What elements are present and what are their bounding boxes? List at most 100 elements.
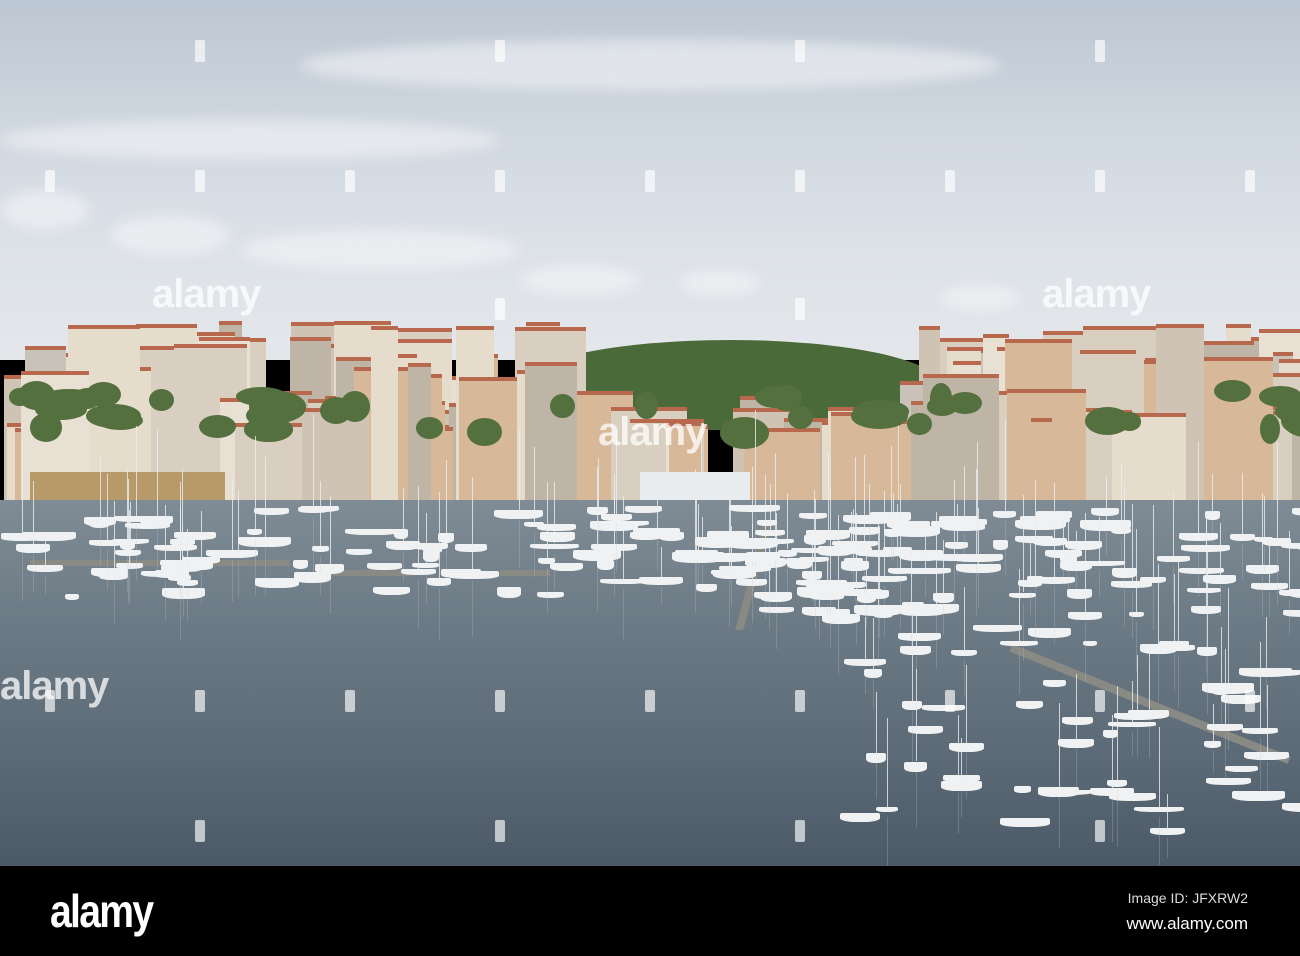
mast (696, 496, 698, 551)
boat (730, 566, 771, 572)
mast-reflection (661, 587, 663, 606)
boat (366, 563, 402, 571)
mast-reflection (1227, 692, 1229, 750)
boat (1197, 647, 1217, 656)
mast-reflection (534, 531, 536, 578)
boat (790, 547, 833, 553)
mast-reflection (113, 581, 115, 625)
watermark-mark (795, 820, 805, 842)
watermark: alamy (152, 272, 261, 316)
mast (853, 508, 855, 542)
mast-reflection (1132, 731, 1134, 757)
mast (1178, 557, 1180, 646)
cloud (0, 190, 90, 230)
mast-reflection (1058, 797, 1060, 848)
mast (1132, 680, 1134, 722)
boat (799, 512, 828, 519)
boat (728, 505, 781, 512)
watermark-mark (945, 690, 955, 712)
watermark-mark (495, 690, 505, 712)
mast-reflection (819, 617, 821, 640)
mast-reflection (1137, 722, 1139, 757)
mast (863, 454, 865, 547)
mast (21, 437, 23, 534)
boat (1064, 540, 1102, 551)
mast-reflection (418, 578, 420, 628)
boat (549, 562, 583, 572)
boat (844, 658, 887, 667)
boat (119, 540, 135, 550)
boat (1244, 751, 1290, 760)
harbour-photo: alamy alamy alamy alamy (0, 0, 1300, 866)
watermark-mark (195, 170, 205, 192)
boat (932, 593, 955, 604)
boat (1206, 724, 1244, 731)
boat (537, 592, 564, 599)
watermark-mark (795, 690, 805, 712)
boat (345, 529, 399, 536)
mast (829, 487, 831, 582)
watermark-mark (1245, 170, 1255, 192)
boat (438, 533, 455, 543)
mast (1075, 673, 1077, 739)
watermark-mark (195, 690, 205, 712)
mast (912, 610, 914, 702)
watermark-mark (1245, 690, 1255, 712)
boat (696, 583, 718, 593)
mast-reflection (964, 659, 966, 698)
mast (1212, 703, 1214, 741)
mast-reflection (1276, 548, 1278, 607)
mast-reflection (915, 771, 917, 827)
mast (254, 436, 256, 530)
boat (904, 761, 927, 772)
mast (877, 518, 879, 606)
website-link[interactable]: www.alamy.com (1126, 914, 1248, 934)
watermark-mark (945, 170, 955, 192)
boat (999, 818, 1050, 827)
mast-reflection (912, 711, 914, 766)
mast-reflection (730, 579, 732, 607)
boat (1232, 791, 1285, 801)
mast-reflection (978, 573, 980, 608)
mast-reflection (622, 589, 624, 639)
mast-reflection (1262, 574, 1264, 618)
mast-reflection (1219, 585, 1221, 617)
mast (597, 466, 599, 551)
mast-reflection (616, 523, 618, 571)
mast-reflection (403, 550, 405, 583)
mast-reflection (472, 581, 474, 638)
boat (726, 538, 779, 549)
mast (418, 486, 420, 569)
mast (697, 504, 699, 553)
tree (719, 417, 770, 450)
mast (1004, 420, 1006, 511)
boat (1018, 580, 1043, 587)
mast-reflection (1022, 602, 1024, 661)
boat (639, 577, 683, 585)
watermark-mark (645, 170, 655, 192)
mast-reflection (518, 520, 520, 569)
tree (1117, 412, 1142, 431)
mast (872, 618, 874, 669)
boat (1241, 728, 1278, 735)
mast (99, 454, 101, 518)
mast-reflection (943, 603, 945, 636)
boat (898, 632, 942, 642)
boat (992, 510, 1017, 518)
mast (1054, 482, 1056, 578)
boat (27, 564, 63, 573)
mast-reflection (656, 538, 658, 572)
mast-reflection (99, 527, 101, 565)
mast (614, 474, 616, 544)
boat (1110, 527, 1131, 535)
boat (1203, 575, 1236, 584)
mast (264, 456, 266, 537)
mast (1158, 726, 1160, 807)
mast-reflection (892, 538, 894, 560)
mast (886, 717, 888, 807)
boat (206, 549, 258, 559)
watermark-mark (45, 170, 55, 192)
mast-reflection (238, 560, 240, 598)
mast-reflection (1242, 543, 1244, 581)
mast (320, 480, 322, 546)
